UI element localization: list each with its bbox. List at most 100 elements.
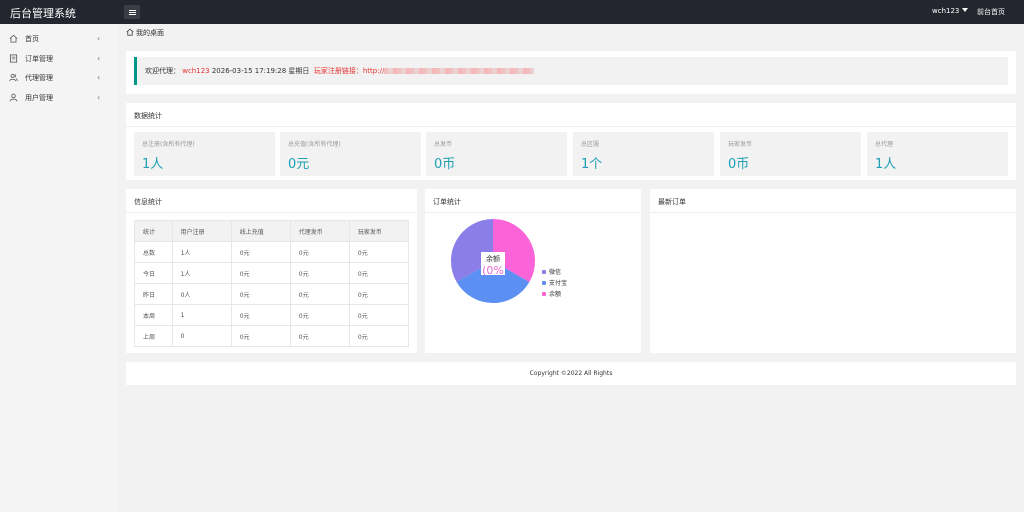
table-cell: 0元 bbox=[348, 325, 410, 347]
stat-value: 0币 bbox=[728, 157, 750, 172]
chevron-left-icon: ‹ bbox=[97, 73, 101, 82]
table-cell: 0元 bbox=[348, 304, 410, 326]
table-cell: 0元 bbox=[289, 241, 350, 263]
home-icon bbox=[9, 34, 18, 43]
stat-player-coins: 玩家发币 0币 bbox=[720, 132, 861, 176]
menu-toggle-button[interactable] bbox=[124, 5, 140, 19]
breadcrumb-label: 我的桌面 bbox=[136, 29, 164, 37]
table-cell: 0人 bbox=[171, 283, 232, 305]
stat-label: 总注册(含所有代理) bbox=[142, 141, 195, 148]
legend-item-wechat[interactable]: 微信 bbox=[542, 267, 561, 276]
menu-icon bbox=[128, 9, 136, 15]
table-cell: 1 bbox=[171, 304, 232, 326]
pie-center-label: 余额 bbox=[486, 254, 500, 263]
home-icon bbox=[126, 28, 134, 36]
table-cell: 0 bbox=[171, 325, 232, 347]
table-cell: 0元 bbox=[348, 241, 410, 263]
breadcrumb: 我的桌面 bbox=[126, 28, 164, 40]
legend-item-alipay[interactable]: 支付宝 bbox=[542, 278, 567, 287]
table-cell: 上周 bbox=[134, 325, 173, 347]
pie-center-value: (0% bbox=[482, 264, 504, 277]
table-cell: 0元 bbox=[289, 262, 350, 284]
column-header: 玩家发币 bbox=[348, 220, 410, 242]
stat-label: 总发币 bbox=[434, 141, 453, 148]
sidebar-item-users[interactable]: 用户管理 ‹ bbox=[0, 89, 118, 107]
frontend-home-link[interactable]: 前台首页 bbox=[977, 7, 1005, 17]
column-header: 线上充值 bbox=[230, 220, 291, 242]
table-cell: 0元 bbox=[289, 304, 350, 326]
user-icon bbox=[9, 93, 18, 102]
legend-label: 支付宝 bbox=[549, 280, 568, 287]
table-cell: 0元 bbox=[348, 262, 410, 284]
footer: Copyright ©2022 All Rights bbox=[126, 362, 1016, 385]
divider bbox=[650, 212, 1016, 213]
sidebar-item-home[interactable]: 首页 ‹ bbox=[0, 30, 118, 48]
table-cell: 总数 bbox=[134, 241, 173, 263]
table-cell: 1人 bbox=[171, 241, 232, 263]
app-brand: 后台管理系统 bbox=[10, 7, 76, 20]
column-header: 代理发币 bbox=[289, 220, 350, 242]
stat-value: 0元 bbox=[288, 157, 310, 172]
register-link[interactable]: 玩家注册链接：http:// bbox=[314, 67, 384, 75]
column-header: 统计 bbox=[134, 220, 173, 242]
column-header: 用户注册 bbox=[171, 220, 232, 242]
orders-title: 订单统计 bbox=[433, 198, 461, 206]
sidebar-item-label: 代理管理 bbox=[25, 74, 53, 82]
welcome-datetime: 2026-03-15 17:19:28 星期日 bbox=[211, 67, 310, 75]
table-row: 昨日 0人 0元 0元 0元 bbox=[134, 283, 410, 305]
table-row: 本周 1 0元 0元 0元 bbox=[134, 304, 410, 326]
table-cell: 0元 bbox=[230, 304, 291, 326]
username: wch123 bbox=[932, 7, 960, 15]
top-bar: 后台管理系统 wch123 前台首页 bbox=[0, 0, 1024, 24]
sidebar-item-agents[interactable]: 代理管理 ‹ bbox=[0, 69, 118, 87]
sidebar: 首页 ‹ 订单管理 ‹ 代理管理 ‹ 用户管理 ‹ bbox=[0, 24, 118, 512]
table-cell: 本周 bbox=[134, 304, 173, 326]
sidebar-item-label: 订单管理 bbox=[25, 55, 53, 63]
stat-label: 玩家发币 bbox=[728, 141, 753, 148]
chevron-left-icon: ‹ bbox=[97, 34, 101, 43]
table-cell: 0元 bbox=[230, 325, 291, 347]
divider bbox=[126, 212, 417, 213]
legend-label: 微信 bbox=[549, 269, 562, 276]
stats-card: 数据统计 总注册(含所有代理) 1人 总充值(含所有代理) 0元 总发币 0币 … bbox=[126, 103, 1016, 180]
latest-title: 最新订单 bbox=[658, 198, 686, 206]
stat-label: 总充值(含所有代理) bbox=[288, 141, 341, 148]
divider bbox=[126, 126, 1016, 127]
table-row: 总数 1人 0元 0元 0元 bbox=[134, 241, 410, 263]
stat-total-registered: 总注册(含所有代理) 1人 bbox=[134, 132, 275, 176]
sidebar-item-label: 用户管理 bbox=[25, 94, 53, 102]
legend-item-balance[interactable]: 余额 bbox=[542, 289, 561, 298]
table-cell: 0元 bbox=[230, 262, 291, 284]
legend-swatch bbox=[542, 292, 546, 296]
welcome-card: 欢迎代理： wch123 2026-03-15 17:19:28 星期日 玩家注… bbox=[126, 51, 1016, 94]
welcome-banner: 欢迎代理： wch123 2026-03-15 17:19:28 星期日 玩家注… bbox=[134, 57, 1008, 85]
sidebar-item-orders[interactable]: 订单管理 ‹ bbox=[0, 50, 118, 68]
welcome-username: wch123 bbox=[182, 67, 210, 75]
table-cell: 0元 bbox=[230, 283, 291, 305]
info-stats-card: 信息统计 统计 用户注册 线上充值 代理发币 玩家发币 总数 1人 0元 0元 … bbox=[126, 189, 417, 353]
redacted-url bbox=[384, 68, 535, 74]
latest-orders-card: 最新订单 bbox=[650, 189, 1016, 353]
info-table: 统计 用户注册 线上充值 代理发币 玩家发币 总数 1人 0元 0元 0元 今日… bbox=[134, 220, 410, 347]
table-cell: 今日 bbox=[134, 262, 173, 284]
info-title: 信息统计 bbox=[134, 198, 162, 206]
stat-total-servers: 总区服 1个 bbox=[573, 132, 714, 176]
user-menu[interactable]: wch123 bbox=[932, 7, 969, 15]
users-icon bbox=[9, 73, 18, 82]
document-icon bbox=[9, 54, 18, 63]
table-cell: 0元 bbox=[289, 283, 350, 305]
stat-value: 1人 bbox=[142, 157, 164, 172]
chevron-left-icon: ‹ bbox=[97, 93, 101, 102]
legend-swatch bbox=[542, 281, 546, 285]
stat-value: 0币 bbox=[434, 157, 456, 172]
chevron-left-icon: ‹ bbox=[97, 54, 101, 63]
table-row: 今日 1人 0元 0元 0元 bbox=[134, 262, 410, 284]
legend-label: 余额 bbox=[549, 291, 562, 298]
order-pie-chart: 余额 (0% bbox=[450, 218, 536, 304]
sidebar-item-label: 首页 bbox=[25, 35, 39, 43]
table-header-row: 统计 用户注册 线上充值 代理发币 玩家发币 bbox=[134, 220, 410, 242]
legend-swatch bbox=[542, 270, 546, 274]
table-cell: 昨日 bbox=[134, 283, 173, 305]
stat-label: 总区服 bbox=[581, 141, 600, 148]
welcome-prefix: 欢迎代理： bbox=[145, 67, 180, 75]
